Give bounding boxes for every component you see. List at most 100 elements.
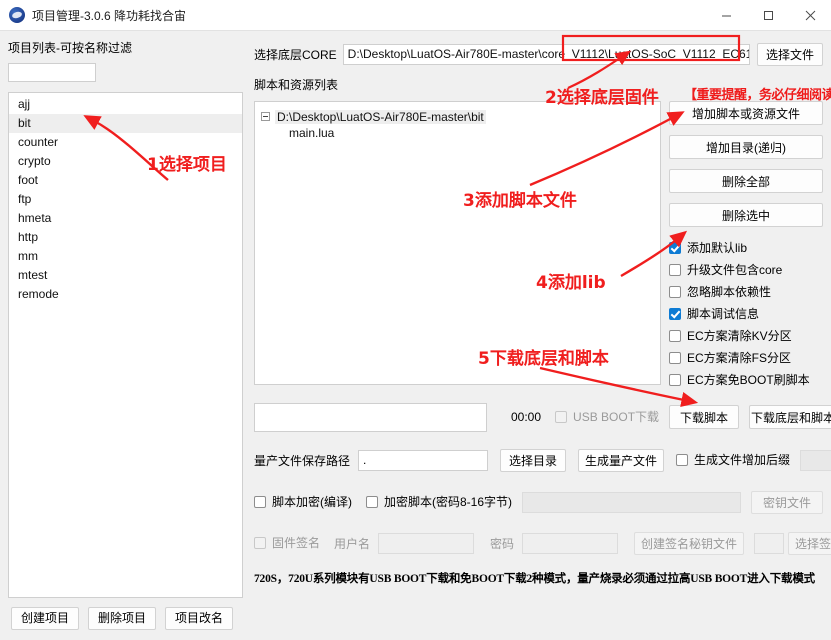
list-item[interactable]: ajj	[9, 95, 242, 114]
list-item[interactable]: mm	[9, 247, 242, 266]
checkbox-row-script-debug-info[interactable]: 脚本调试信息	[669, 303, 823, 324]
window-content: 项目列表-可按名称过滤 ajj bit counter crypto foot …	[0, 31, 831, 640]
elapsed-timer: 00:00	[511, 410, 542, 424]
checkbox-icon[interactable]	[669, 241, 681, 254]
signature-password-input[interactable]	[522, 532, 619, 554]
list-item[interactable]: foot	[9, 171, 242, 190]
list-item[interactable]: mtest	[9, 266, 242, 285]
checkbox-icon[interactable]	[669, 285, 681, 298]
mass-production-path-label: 量产文件保存路径	[254, 453, 351, 468]
checkbox-label: 忽略脚本依赖性	[687, 285, 772, 299]
checkbox-row-add-default-lib[interactable]: 添加默认lib	[669, 237, 823, 258]
minimize-icon[interactable]	[705, 0, 747, 30]
delete-all-button[interactable]: 删除全部	[669, 169, 823, 193]
delete-selected-button[interactable]: 删除选中	[669, 203, 823, 227]
resource-actions: 增加脚本或资源文件 增加目录(递归) 删除全部 删除选中 添加默认lib 升级文…	[669, 101, 823, 391]
checkbox-row-bootless-flash[interactable]: EC方案免BOOT刷脚本	[669, 369, 823, 390]
checkbox-label: EC方案免BOOT刷脚本	[687, 373, 810, 387]
checkbox-row-clear-fs[interactable]: EC方案清除FS分区	[669, 347, 823, 368]
checkbox-label: 脚本调试信息	[687, 307, 760, 321]
choose-core-file-button[interactable]: 选择文件	[757, 42, 823, 66]
checkbox-label: 加密脚本(密码8-16字节)	[384, 495, 513, 509]
app-logo-icon	[9, 7, 25, 23]
title-bar: 项目管理-3.0.6 降功耗找合宙	[0, 0, 831, 31]
rename-project-button[interactable]: 项目改名	[165, 607, 233, 630]
checkbox-row-password-encrypt[interactable]: 加密脚本(密码8-16字节)	[366, 491, 512, 512]
checkbox-row-compile-encrypt[interactable]: 脚本加密(编译)	[254, 491, 352, 512]
collapse-icon[interactable]	[261, 112, 270, 121]
main-panel: 选择底层CORE D:\Desktop\LuatOS-Air780E-maste…	[251, 31, 831, 640]
encrypt-password-input[interactable]	[522, 491, 741, 513]
resource-area: D:\Desktop\LuatOS-Air780E-master\bit mai…	[254, 101, 823, 391]
checkbox-icon[interactable]	[669, 329, 681, 342]
checkbox-icon[interactable]	[366, 495, 378, 508]
mass-production-path-input[interactable]: .	[358, 449, 489, 471]
download-core-and-script-button[interactable]: 下载底层和脚本	[749, 405, 831, 429]
signature-user-label: 用户名	[334, 536, 371, 551]
checkbox-row-add-suffix[interactable]: 生成文件增加后缀	[676, 449, 790, 470]
create-project-button[interactable]: 创建项目	[11, 607, 79, 630]
list-item[interactable]: http	[9, 228, 242, 247]
project-manager-window: 项目管理-3.0.6 降功耗找合宙 项目列表-可按名称过滤 ajj bit co…	[0, 0, 831, 640]
core-path-input[interactable]: D:\Desktop\LuatOS-Air780E-master\core_V1…	[342, 43, 750, 65]
delete-project-button[interactable]: 删除项目	[88, 607, 156, 630]
checkbox-icon[interactable]	[669, 307, 681, 320]
mass-production-row: 量产文件保存路径 . 选择目录 生成量产文件 生成文件增加后缀	[254, 447, 831, 473]
add-directory-button[interactable]: 增加目录(递归)	[669, 135, 823, 159]
key-file-button[interactable]: 密钥文件	[751, 490, 823, 514]
checkbox-icon[interactable]	[254, 495, 266, 508]
window-controls	[705, 0, 831, 30]
signature-row: 固件签名 用户名 密码 创建签名秘钥文件 选择签名秘钥文件	[254, 530, 831, 556]
project-list-label: 项目列表-可按名称过滤	[8, 41, 132, 55]
checkbox-icon[interactable]	[555, 410, 568, 423]
download-row: 00:00 USB BOOT下载 下载脚本 下载底层和脚本 语法检查	[254, 401, 831, 433]
checkbox-row-include-core[interactable]: 升级文件包含core	[669, 259, 823, 280]
download-script-button[interactable]: 下载脚本	[669, 405, 740, 429]
suffix-input[interactable]	[800, 449, 831, 471]
checkbox-label: 添加默认lib	[687, 241, 748, 255]
project-filter-input[interactable]	[8, 63, 96, 82]
resource-tree[interactable]: D:\Desktop\LuatOS-Air780E-master\bit mai…	[254, 101, 661, 385]
checkbox-icon[interactable]	[669, 263, 681, 276]
list-item[interactable]: remode	[9, 285, 242, 304]
list-item[interactable]: crypto	[9, 152, 242, 171]
list-item[interactable]: counter	[9, 133, 242, 152]
status-bar-text: 720S，720U系列模块有USB BOOT下载和免BOOT下载2种模式，量产烧…	[254, 573, 815, 585]
create-signature-key-button[interactable]: 创建签名秘钥文件	[634, 531, 745, 555]
core-label: 选择底层CORE	[254, 47, 337, 62]
list-item[interactable]: bit	[9, 114, 242, 133]
encryption-row: 脚本加密(编译) 加密脚本(密码8-16字节) 密钥文件	[254, 489, 823, 515]
window-title: 项目管理-3.0.6 降功耗找合宙	[32, 8, 187, 23]
checkbox-row-ignore-dependency[interactable]: 忽略脚本依赖性	[669, 281, 823, 302]
checkbox-icon[interactable]	[254, 536, 266, 549]
checkbox-row-clear-kv[interactable]: EC方案清除KV分区	[669, 325, 823, 346]
checkbox-row-usb-boot[interactable]: USB BOOT下载	[555, 406, 659, 427]
list-item[interactable]: ftp	[9, 190, 242, 209]
tree-child-item[interactable]: main.lua	[289, 125, 660, 142]
checkbox-label: USB BOOT下载	[573, 410, 660, 424]
tree-root-row[interactable]: D:\Desktop\LuatOS-Air780E-master\bit	[261, 108, 660, 125]
checkbox-label: 固件签名	[272, 536, 321, 550]
maximize-icon[interactable]	[747, 0, 789, 30]
checkbox-label: 生成文件增加后缀	[694, 453, 791, 467]
checkbox-label: EC方案清除KV分区	[687, 329, 792, 343]
project-list[interactable]: ajj bit counter crypto foot ftp hmeta ht…	[8, 92, 243, 598]
project-panel: 项目列表-可按名称过滤 ajj bit counter crypto foot …	[0, 31, 251, 640]
signature-user-input[interactable]	[378, 532, 475, 554]
checkbox-icon[interactable]	[676, 453, 689, 466]
checkbox-icon[interactable]	[669, 373, 681, 386]
checkbox-label: 升级文件包含core	[687, 263, 783, 277]
generate-mass-production-button[interactable]: 生成量产文件	[578, 448, 665, 472]
resource-section-label: 脚本和资源列表	[254, 78, 339, 92]
signature-password-label: 密码	[490, 536, 515, 551]
checkbox-label: 脚本加密(编译)	[272, 495, 352, 509]
list-item[interactable]: hmeta	[9, 209, 242, 228]
signature-key-path-input[interactable]	[754, 532, 785, 554]
close-icon[interactable]	[789, 0, 831, 30]
add-script-or-resource-button[interactable]: 增加脚本或资源文件	[669, 101, 823, 125]
tree-root-label: D:\Desktop\LuatOS-Air780E-master\bit	[275, 109, 486, 124]
choose-directory-button[interactable]: 选择目录	[500, 448, 567, 472]
select-signature-key-button[interactable]: 选择签名秘钥文件	[788, 531, 831, 555]
checkbox-icon[interactable]	[669, 351, 681, 364]
checkbox-row-firmware-signature[interactable]: 固件签名	[254, 532, 320, 553]
